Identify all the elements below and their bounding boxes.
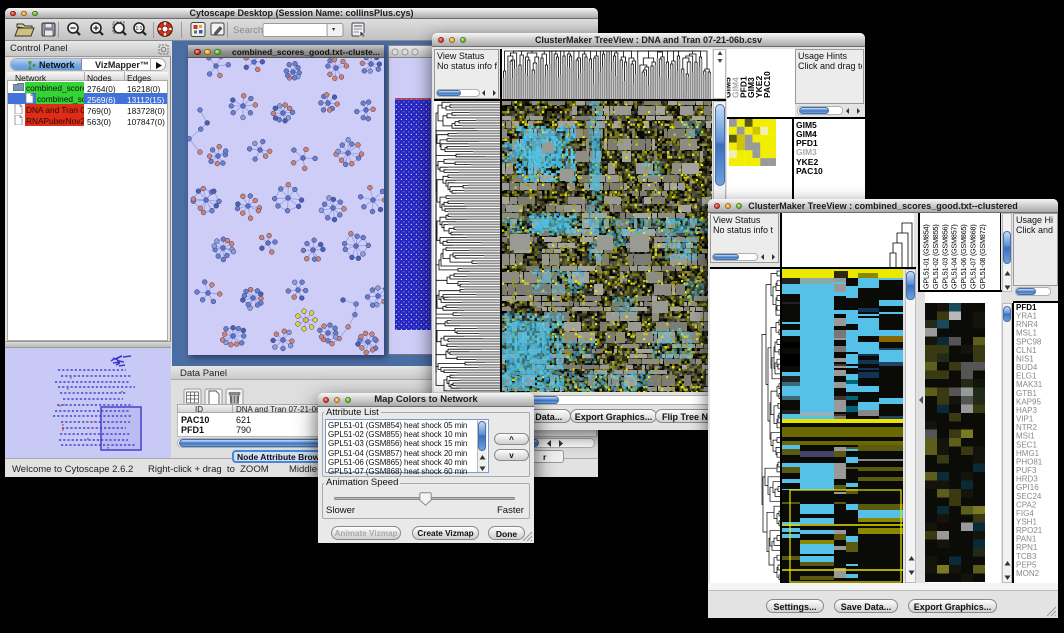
svg-text:GPL51-07 (GSM868): GPL51-07 (GSM868) [969,224,978,289]
svg-text:GPL51-06 (GSM865): GPL51-06 (GSM865) [959,224,968,289]
svg-text:Search:: Search: [233,25,266,36]
svg-text:MON2: MON2 [1016,569,1040,578]
svg-text:GPL51-02 (GSM855): GPL51-02 (GSM855) [931,224,940,289]
svg-text:GPL51-04 (GSM857): GPL51-04 (GSM857) [950,224,959,289]
svg-text:1:1: 1:1 [136,26,143,32]
svg-text:GPL51-01 (GSM854): GPL51-01 (GSM854) [922,224,931,289]
svg-text:GPL51-08 (GSM872): GPL51-08 (GSM872) [978,224,987,289]
svg-text:PAC10: PAC10 [762,71,772,98]
svg-text:GPL51-03 (GSM856): GPL51-03 (GSM856) [940,224,949,289]
